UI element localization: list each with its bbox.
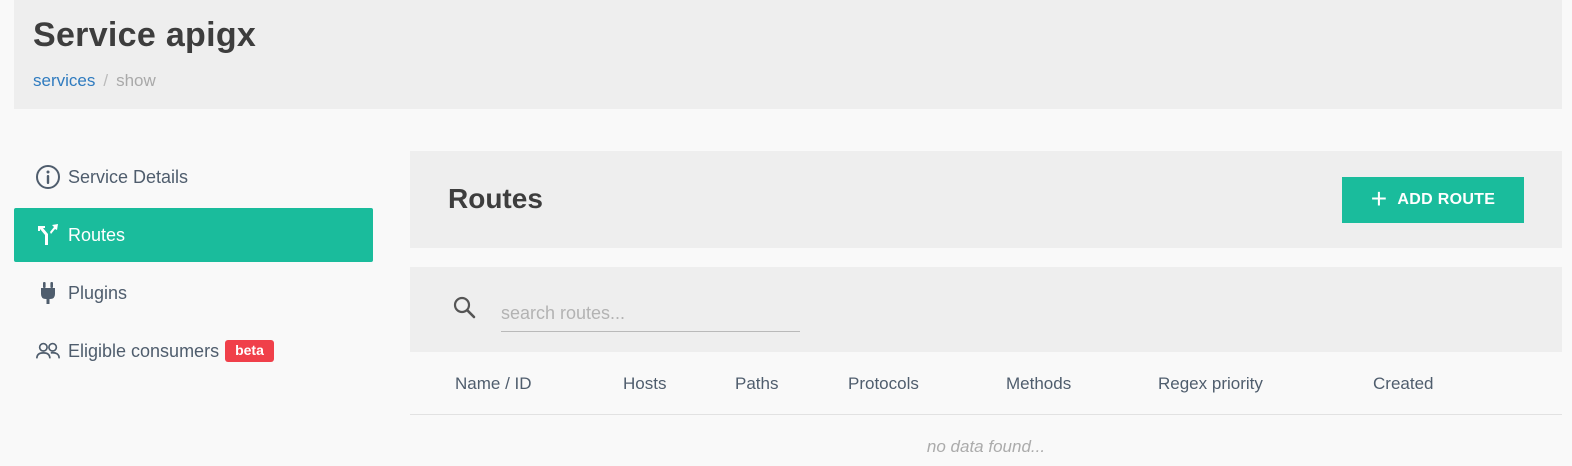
routes-table: Name / ID Hosts Paths Protocols Methods …: [410, 352, 1562, 465]
page: Service apigx services / show Service Deta…: [0, 0, 1572, 466]
column-header-hosts[interactable]: Hosts: [623, 374, 666, 394]
column-header-regex-priority[interactable]: Regex priority: [1158, 374, 1263, 394]
search-icon: [453, 296, 476, 319]
breadcrumb-current: show: [116, 71, 156, 90]
beta-badge: beta: [225, 340, 274, 362]
info-circle-icon: [35, 164, 61, 190]
column-header-methods[interactable]: Methods: [1006, 374, 1071, 394]
breadcrumb-separator: /: [103, 71, 109, 90]
sidebar-item-label: Routes: [68, 224, 126, 245]
add-route-button[interactable]: + ADD ROUTE: [1342, 177, 1524, 223]
sidebar-item-service-details[interactable]: Service Details: [14, 150, 373, 204]
page-header: Service apigx services / show: [14, 0, 1562, 109]
routes-title: Routes: [448, 183, 543, 214]
add-route-label: ADD ROUTE: [1397, 191, 1496, 208]
breadcrumb-link-services[interactable]: services: [33, 71, 95, 90]
page-title: Service apigx: [33, 16, 257, 54]
column-header-created[interactable]: Created: [1373, 374, 1433, 394]
users-icon: [35, 338, 61, 364]
sidebar-item-label: Eligible consumers: [68, 340, 220, 361]
sidebar-item-plugins[interactable]: Plugins: [14, 266, 373, 320]
table-empty-message: no data found...: [926, 437, 1046, 456]
plus-icon: +: [1370, 182, 1388, 214]
search-panel: [410, 267, 1562, 352]
column-header-protocols[interactable]: Protocols: [848, 374, 919, 394]
search-routes-input[interactable]: [501, 292, 800, 332]
sidebar-item-label: Plugins: [68, 282, 128, 303]
table-header: Name / ID Hosts Paths Protocols Methods …: [410, 352, 1562, 415]
sidebar-item-eligible-consumers[interactable]: Eligible consumers beta: [14, 324, 373, 378]
routes-icon: [35, 222, 61, 248]
column-header-paths[interactable]: Paths: [735, 374, 778, 394]
column-header-name-id[interactable]: Name / ID: [455, 374, 532, 394]
sidebar: Service Details Routes Plugins Eligible …: [14, 150, 373, 382]
routes-header-panel: Routes + ADD ROUTE: [410, 151, 1562, 248]
sidebar-item-routes[interactable]: Routes: [14, 208, 373, 262]
plug-icon: [35, 280, 61, 306]
sidebar-item-label: Service Details: [68, 166, 189, 187]
breadcrumb: services / show: [33, 71, 156, 91]
